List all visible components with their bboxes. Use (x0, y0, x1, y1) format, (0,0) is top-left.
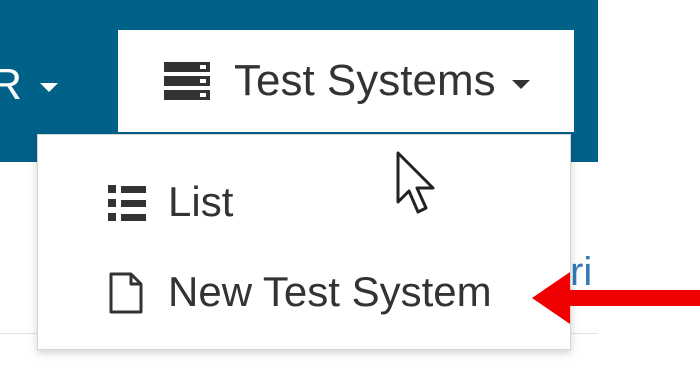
menu-item-new-test-system-label: New Test System (168, 268, 492, 315)
server-icon (164, 62, 210, 100)
nav-item-test-systems-label: Test Systems (234, 56, 496, 105)
menu-item-new-test-system[interactable]: New Test System (38, 252, 570, 332)
caret-down-icon (511, 79, 530, 89)
red-arrow-annotation (532, 272, 700, 324)
list-ol-icon (108, 182, 146, 222)
menu-item-list[interactable]: List (38, 162, 570, 242)
mouse-pointer-icon (396, 151, 435, 214)
screenshot-stage: R Test Systems ri List New Test System (0, 0, 700, 365)
menu-item-list-label: List (168, 178, 234, 225)
caret-down-icon (40, 82, 58, 92)
nav-item-test-systems[interactable]: Test Systems (118, 30, 574, 132)
file-icon (108, 272, 146, 314)
test-systems-dropdown-menu: List New Test System (37, 134, 571, 350)
nav-item-previous[interactable]: R (0, 60, 58, 110)
nav-item-previous-label: R (0, 60, 22, 109)
